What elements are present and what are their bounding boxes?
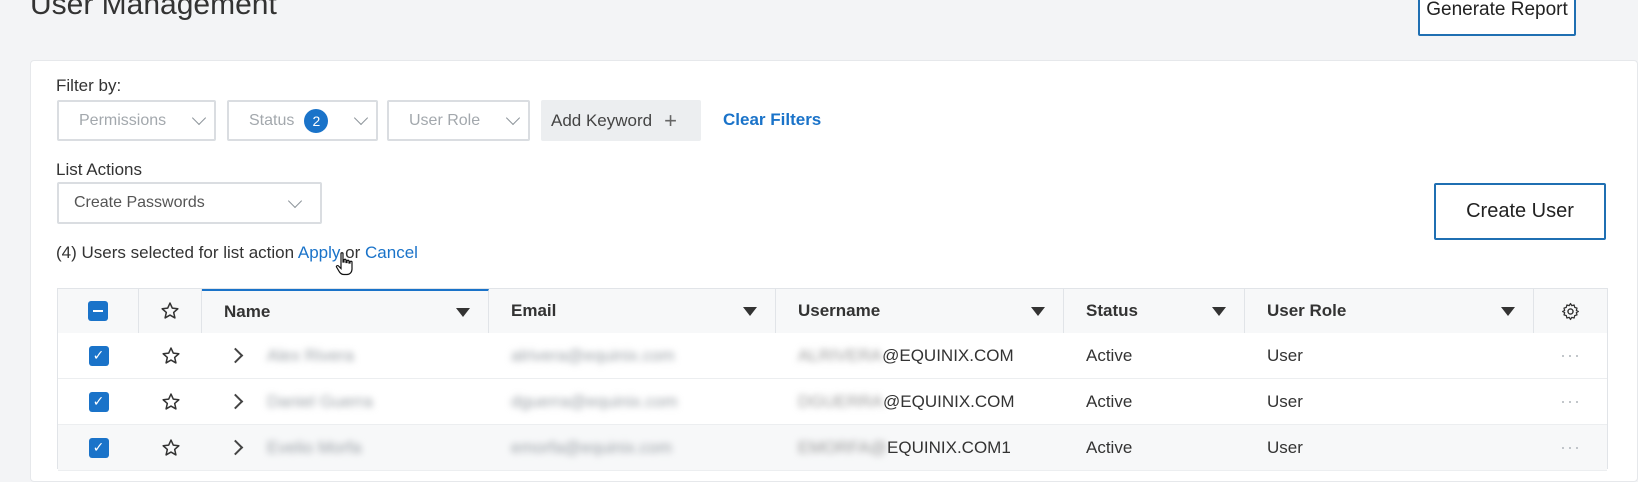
column-header-email[interactable]: Email <box>489 289 776 333</box>
username-masked: DGUERRA <box>798 391 884 411</box>
permissions-filter-label: Permissions <box>79 111 167 129</box>
gear-icon[interactable] <box>1561 302 1580 321</box>
generate-report-button[interactable]: Generate Report <box>1418 0 1576 36</box>
column-header-label: User Role <box>1267 301 1347 320</box>
select-all-checkbox[interactable] <box>88 301 108 321</box>
chevron-right-icon[interactable] <box>227 439 244 456</box>
username-suffix: @EQUINIX.COM <box>882 345 1014 365</box>
sort-caret-icon[interactable] <box>1212 306 1226 316</box>
user-email: dguerra@equinix.com <box>511 391 678 411</box>
user-status: Active <box>1086 391 1133 411</box>
column-header-user-role[interactable]: User Role <box>1245 289 1534 333</box>
create-user-button[interactable]: Create User <box>1434 183 1606 240</box>
column-header-name[interactable]: Name <box>202 289 489 333</box>
star-icon[interactable] <box>160 301 180 321</box>
add-keyword-button[interactable]: Add Keyword + <box>541 100 701 141</box>
user-role-filter-label: User Role <box>409 111 481 129</box>
column-header-username[interactable]: Username <box>776 289 1064 333</box>
user-name[interactable]: Alex Rivera <box>267 346 354 366</box>
more-options-icon[interactable]: ··· <box>1534 333 1607 378</box>
clear-filters-link[interactable]: Clear Filters <box>723 110 821 130</box>
row-checkbox[interactable]: ✓ <box>88 437 109 458</box>
column-header-label: Name <box>224 302 271 321</box>
list-action-selected-value: Create Passwords <box>74 194 205 211</box>
page-title: User Management <box>30 0 277 21</box>
chevron-down-icon <box>353 110 369 126</box>
row-checkbox[interactable]: ✓ <box>88 391 109 412</box>
star-icon[interactable] <box>161 392 181 412</box>
star-icon[interactable] <box>161 438 181 458</box>
chevron-down-icon <box>287 193 303 208</box>
list-actions-label: List Actions <box>56 160 142 179</box>
sort-caret-icon[interactable] <box>743 306 757 316</box>
list-action-select[interactable]: Create Passwords <box>57 182 322 224</box>
column-header-status[interactable]: Status <box>1064 289 1245 333</box>
user-role: User <box>1267 345 1303 365</box>
select-all-header-cell <box>58 289 139 333</box>
user-status: Active <box>1086 345 1133 365</box>
filter-by-label: Filter by: <box>56 76 122 95</box>
star-icon[interactable] <box>161 346 181 366</box>
cancel-link[interactable]: Cancel <box>365 243 418 262</box>
permissions-filter-dropdown[interactable]: Permissions <box>57 100 216 141</box>
user-email: alrivera@equinix.com <box>511 345 675 365</box>
add-keyword-label: Add Keyword <box>551 110 653 130</box>
more-options-icon[interactable]: ··· <box>1534 425 1607 470</box>
username-masked: ALRIVERA <box>798 345 883 365</box>
user-role-filter-dropdown[interactable]: User Role <box>387 100 530 141</box>
chevron-right-icon[interactable] <box>227 347 244 364</box>
settings-header-cell <box>1534 289 1607 333</box>
status-filter-label: Status <box>249 111 295 129</box>
chevron-down-icon <box>505 110 521 126</box>
user-name[interactable]: Evelio Morfa <box>267 438 361 458</box>
username-masked: EMORFA@ <box>798 437 888 457</box>
status-filter-count-badge: 2 <box>304 108 329 133</box>
plus-icon: + <box>664 107 677 133</box>
selection-status-line: (4) Users selected for list action Apply… <box>56 243 418 263</box>
selection-count-text: (4) Users selected for list action <box>56 243 295 262</box>
column-header-label: Username <box>798 301 881 320</box>
user-role: User <box>1267 391 1303 411</box>
column-header-label: Email <box>511 301 557 320</box>
table-row[interactable]: ✓ Daniel Guerra dguerra@equinix.com DGUE… <box>58 379 1607 425</box>
chevron-right-icon[interactable] <box>227 393 244 410</box>
user-name[interactable]: Daniel Guerra <box>267 392 373 412</box>
user-status: Active <box>1086 437 1133 457</box>
hand-cursor-icon <box>335 252 353 276</box>
sort-caret-icon[interactable] <box>1031 306 1045 316</box>
username-suffix: EQUINIX.COM1 <box>887 437 1011 457</box>
table-row[interactable]: ✓ Evelio Morfa emorfa@equinix.com EMORFA… <box>58 425 1607 471</box>
user-email: emorfa@equinix.com <box>511 437 672 457</box>
sort-caret-icon[interactable] <box>456 307 470 317</box>
users-table: Name Email Username Status User Role ✓ A… <box>57 288 1608 471</box>
table-row[interactable]: ✓ Alex Rivera alrivera@equinix.com ALRIV… <box>58 333 1607 379</box>
table-header: Name Email Username Status User Role <box>58 289 1607 334</box>
status-filter-dropdown[interactable]: Status 2 <box>227 100 378 141</box>
chevron-down-icon <box>191 110 207 126</box>
column-header-label: Status <box>1086 301 1138 320</box>
more-options-icon[interactable]: ··· <box>1534 379 1607 424</box>
username-suffix: @EQUINIX.COM <box>883 391 1015 411</box>
row-checkbox[interactable]: ✓ <box>88 345 109 366</box>
user-role: User <box>1267 437 1303 457</box>
sort-caret-icon[interactable] <box>1501 306 1515 316</box>
favorite-header-cell <box>139 289 202 333</box>
